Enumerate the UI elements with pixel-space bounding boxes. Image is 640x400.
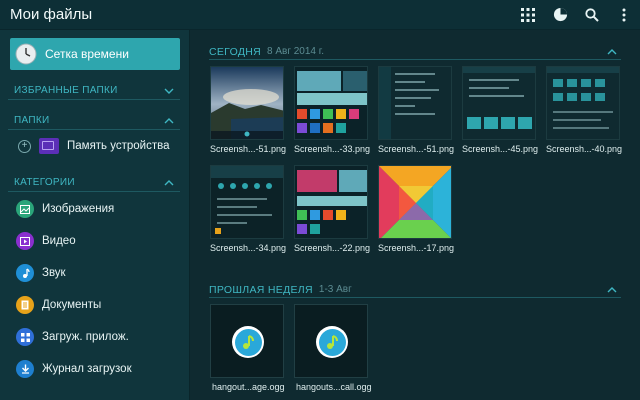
today-date: 8 Авг 2014 г. (267, 46, 324, 57)
chevron-up-icon (164, 179, 174, 185)
thumbnail-screenshot-6[interactable] (210, 165, 284, 239)
sidebar: Сетка времени ИЗБРАННЫЕ ПАПКИ ПАПКИ + Па… (0, 30, 190, 400)
sidebar-item-video[interactable]: Видео (8, 227, 184, 255)
file-name: Screensh...-17.png (378, 243, 455, 253)
video-icon (16, 232, 34, 250)
thumbnail-screenshot-4[interactable] (462, 66, 536, 140)
today-title: СЕГОДНЯ (209, 45, 261, 58)
expand-icon[interactable]: + (18, 139, 31, 153)
images-icon (16, 200, 34, 218)
last-week-group-header[interactable]: ПРОШЛАЯ НЕДЕЛЯ 1-3 Авг (209, 282, 621, 298)
file-name: Screensh...-22.png (294, 243, 371, 253)
app-title: Мои файлы (10, 6, 93, 23)
chevron-up-icon (607, 286, 617, 292)
thumbnail-screenshot-2[interactable] (294, 66, 368, 140)
sidebar-item-label: Документы (42, 299, 102, 311)
sidebar-item-label: Журнал загрузок (42, 363, 132, 375)
file-name: Screensh...-45.png (462, 144, 539, 154)
file-name: Screensh...-51.png (378, 144, 455, 154)
timeline-label: Сетка времени (45, 47, 129, 61)
file-browser-main: СЕГОДНЯ 8 Авг 2014 г. Screensh...-51.png (191, 30, 640, 400)
categories-header[interactable]: КАТЕГОРИИ (8, 174, 180, 192)
clock-icon (15, 43, 37, 65)
action-bar: Мои файлы (0, 0, 640, 30)
thumbnail-screenshot-1[interactable] (210, 66, 284, 140)
folders-header[interactable]: ПАПКИ (8, 112, 180, 130)
sidebar-item-audio[interactable]: Звук (8, 259, 184, 287)
thumbnail-screenshot-8[interactable] (378, 165, 452, 239)
sidebar-item-documents[interactable]: Документы (8, 291, 184, 319)
grid-view-icon[interactable] (512, 0, 544, 30)
file-name: hangouts...call.ogg (296, 382, 372, 392)
chevron-up-icon (607, 48, 617, 54)
last-week-date: 1-3 Авг (318, 284, 352, 295)
last-week-title: ПРОШЛАЯ НЕДЕЛЯ (209, 283, 313, 296)
chevron-down-icon (164, 88, 174, 94)
storage-usage-icon[interactable] (544, 0, 576, 30)
sidebar-item-label: Изображения (42, 203, 115, 215)
file-name: Screensh...-34.png (210, 243, 287, 253)
thumbnail-screenshot-3[interactable] (378, 66, 452, 140)
sidebar-item-downloaded-apps[interactable]: Загруж. прилож. (8, 323, 184, 351)
folders-title: ПАПКИ (14, 115, 50, 126)
sidebar-item-label: Видео (42, 235, 76, 247)
thumbnail-screenshot-5[interactable] (546, 66, 620, 140)
search-icon[interactable] (576, 0, 608, 30)
sidebar-item-images[interactable]: Изображения (8, 195, 184, 223)
today-group-header[interactable]: СЕГОДНЯ 8 Авг 2014 г. (209, 44, 621, 60)
sidebar-item-label: Загруж. прилож. (42, 331, 129, 343)
thumbnail-audio-2[interactable] (294, 304, 368, 378)
timeline-button[interactable]: Сетка времени (10, 38, 180, 70)
thumbnail-audio-1[interactable] (210, 304, 284, 378)
music-icon (316, 326, 348, 358)
file-name: Screensh...-40.png (546, 144, 623, 154)
sidebar-item-label: Звук (42, 267, 66, 279)
documents-icon (16, 296, 34, 314)
categories-title: КАТЕГОРИИ (14, 177, 75, 188)
chevron-up-icon (164, 117, 174, 123)
file-name: hangout...age.ogg (212, 382, 285, 392)
file-name: Screensh...-51.png (210, 144, 287, 154)
favorites-title: ИЗБРАННЫЕ ПАПКИ (14, 85, 118, 96)
downloaded-apps-icon (16, 328, 34, 346)
music-icon (16, 264, 34, 282)
device-storage-label: Память устройства (67, 140, 170, 152)
device-folder-icon (39, 138, 59, 154)
download-history-icon (16, 360, 34, 378)
sidebar-item-download-history[interactable]: Журнал загрузок (8, 355, 184, 383)
file-name: Screensh...-33.png (294, 144, 371, 154)
sidebar-item-device-storage[interactable]: + Память устройства (8, 132, 184, 160)
music-icon (232, 326, 264, 358)
thumbnail-screenshot-7[interactable] (294, 165, 368, 239)
favorites-header[interactable]: ИЗБРАННЫЕ ПАПКИ (8, 82, 180, 100)
overflow-menu-icon[interactable] (608, 0, 640, 30)
